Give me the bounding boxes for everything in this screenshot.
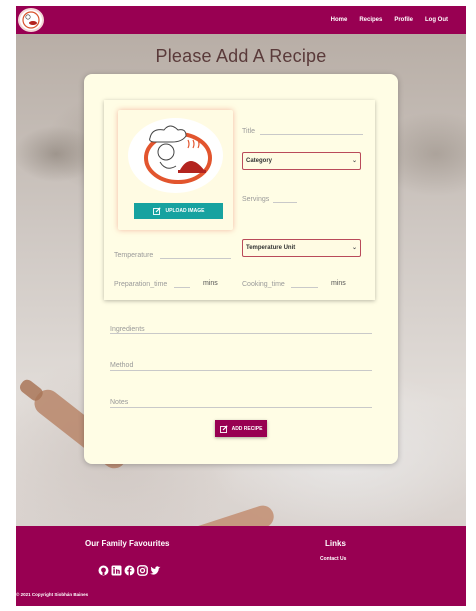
nav-recipes-link[interactable]: Recipes <box>359 17 382 23</box>
add-recipe-button[interactable]: ADD RECIPE <box>215 420 267 437</box>
add-recipe-label: ADD RECIPE <box>231 425 263 432</box>
navbar: Home Recipes Profile Log Out <box>16 6 466 34</box>
edit-icon <box>219 424 228 433</box>
temperature-unit-select[interactable]: Temperature Unit ⌄ <box>242 239 361 257</box>
method-input[interactable] <box>110 370 372 371</box>
footer-brand-title: Our Family Favourites <box>85 539 170 548</box>
recipe-image-box: UPLOAD IMAGE <box>118 110 233 230</box>
category-select[interactable]: Category ⌄ <box>242 152 361 170</box>
social-icons <box>98 563 161 576</box>
github-icon[interactable] <box>98 563 109 576</box>
servings-label: Servings <box>242 196 270 203</box>
preparation-time-label: Preparation_time <box>114 281 168 288</box>
ingredients-label: Ingredients <box>110 326 145 333</box>
ingredients-input[interactable] <box>110 333 372 334</box>
category-select-value: Category <box>246 158 273 164</box>
upload-image-button[interactable]: UPLOAD IMAGE <box>134 203 223 219</box>
method-label: Method <box>110 362 134 369</box>
preparation-mins-label: mins <box>203 280 218 287</box>
contact-us-link[interactable]: Contact Us <box>320 556 346 562</box>
recipe-details-panel: UPLOAD IMAGE Title Category ⌄ Servings T… <box>104 100 375 300</box>
preparation-time-input[interactable] <box>174 287 190 288</box>
twitter-icon[interactable] <box>150 563 161 575</box>
temperature-input[interactable] <box>160 258 231 259</box>
servings-input[interactable] <box>273 202 297 203</box>
cooking-mins-label: mins <box>331 280 346 287</box>
recipe-form-card: UPLOAD IMAGE Title Category ⌄ Servings T… <box>84 74 398 464</box>
instagram-icon[interactable] <box>137 563 148 576</box>
site-logo[interactable] <box>18 8 44 32</box>
title-label: Title <box>242 128 255 135</box>
temperature-label: Temperature <box>114 252 154 259</box>
facebook-icon[interactable] <box>124 563 135 576</box>
title-input[interactable] <box>260 134 363 135</box>
notes-label: Notes <box>110 399 129 406</box>
upload-image-label: UPLOAD IMAGE <box>165 208 205 214</box>
page: Home Recipes Profile Log Out Please Add … <box>16 6 466 606</box>
chevron-down-icon: ⌄ <box>351 245 357 251</box>
nav-home-link[interactable]: Home <box>331 17 348 23</box>
cooking-time-label: Cooking_time <box>242 281 285 288</box>
nav-profile-link[interactable]: Profile <box>394 17 413 23</box>
footer: Our Family Favourites Links Contact Us ©… <box>16 526 466 606</box>
linkedin-icon[interactable] <box>111 563 122 576</box>
nav-logout-link[interactable]: Log Out <box>425 17 448 23</box>
recipe-image-preview <box>128 118 223 193</box>
notes-input[interactable] <box>110 407 372 408</box>
edit-icon <box>152 207 161 215</box>
chef-placeholder-image <box>144 125 212 184</box>
temperature-unit-value: Temperature Unit <box>246 245 296 251</box>
chef-logo-icon <box>22 11 40 29</box>
footer-links-title: Links <box>325 539 346 548</box>
copyright-text: © 2021 Copyright Siobhán Baines <box>16 592 89 597</box>
cooking-time-input[interactable] <box>291 287 318 288</box>
chevron-down-icon: ⌄ <box>351 158 357 164</box>
page-title: Please Add A Recipe <box>155 46 327 66</box>
